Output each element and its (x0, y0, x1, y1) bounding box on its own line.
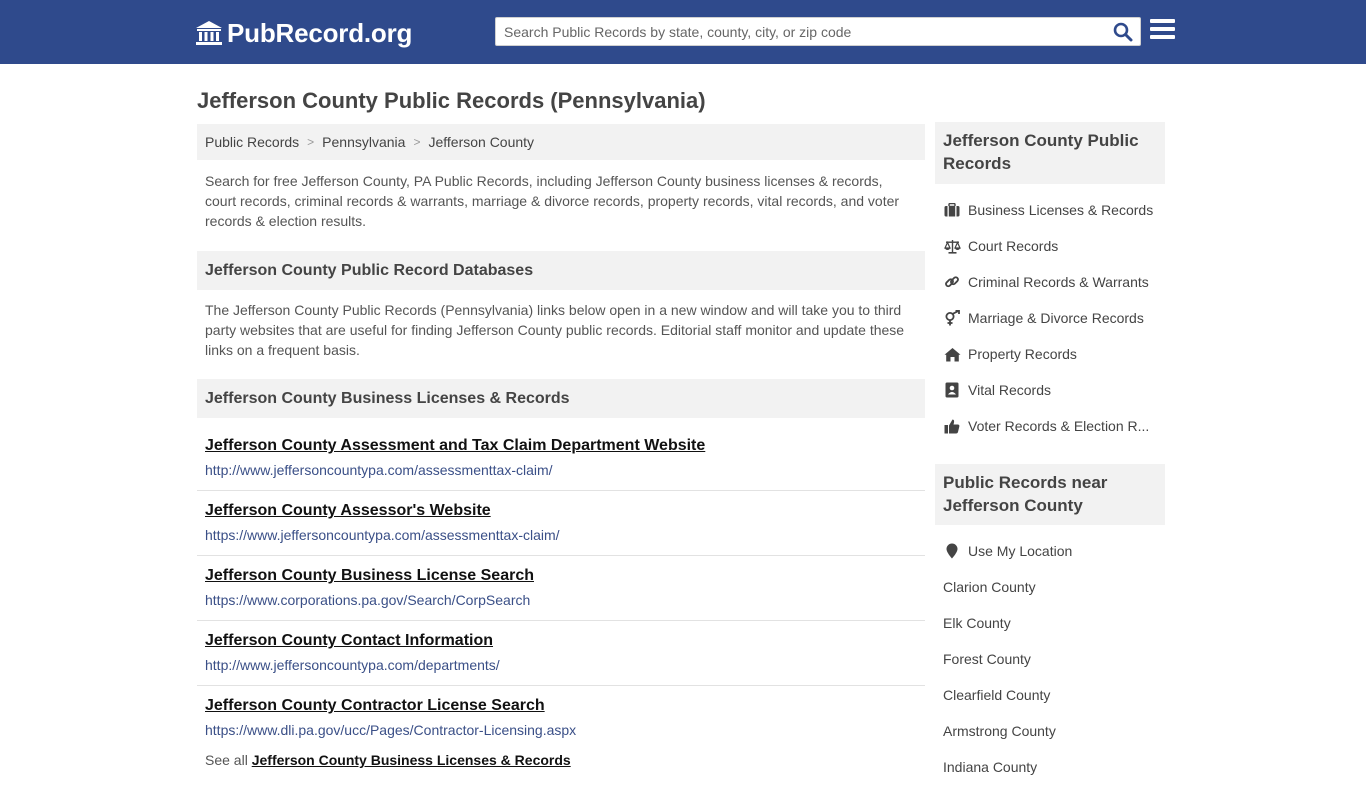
hamburger-icon (1150, 19, 1175, 23)
sidebar-item-label: Property Records (968, 346, 1077, 362)
sidebar-records-heading: Jefferson County Public Records (935, 122, 1165, 184)
sidebar-item-vital-records[interactable]: Vital Records (943, 372, 1165, 408)
nearby-county-armstrong[interactable]: Armstrong County (943, 713, 1165, 749)
record-link-url[interactable]: https://www.corporations.pa.gov/Search/C… (205, 591, 925, 609)
record-link-url[interactable]: http://www.jeffersoncountypa.com/assessm… (205, 461, 925, 479)
sidebar-item-label: Marriage & Divorce Records (968, 310, 1144, 326)
business-licenses-heading: Jefferson County Business Licenses & Rec… (197, 379, 925, 418)
sidebar-item-criminal-records[interactable]: Criminal Records & Warrants (943, 264, 1165, 300)
breadcrumb: Public Records > Pennsylvania > Jefferso… (197, 124, 925, 160)
record-link-url[interactable]: http://www.jeffersoncountypa.com/departm… (205, 656, 925, 674)
search-box (495, 17, 1141, 46)
record-link-title[interactable]: Jefferson County Assessment and Tax Clai… (205, 436, 925, 456)
record-link-title[interactable]: Jefferson County Contractor License Sear… (205, 696, 925, 716)
use-my-location-link[interactable]: Use My Location (943, 533, 1165, 569)
databases-description: The Jefferson County Public Records (Pen… (205, 302, 905, 358)
sidebar-item-property-records[interactable]: Property Records (943, 336, 1165, 372)
breadcrumb-pennsylvania[interactable]: Pennsylvania (322, 134, 405, 150)
sidebar-item-label: Business Licenses & Records (968, 202, 1154, 218)
databases-heading: Jefferson County Public Record Databases (197, 251, 925, 290)
courthouse-icon (196, 21, 222, 45)
breadcrumb-public-records[interactable]: Public Records (205, 134, 299, 150)
search-input[interactable] (496, 18, 1106, 45)
site-header: PubRecord.org (0, 0, 1366, 64)
search-button[interactable] (1110, 20, 1136, 44)
thumbs-up-icon (943, 418, 961, 434)
list-item: Jefferson County Assessment and Tax Clai… (197, 426, 925, 491)
list-item: Jefferson County Assessor's Website http… (197, 491, 925, 556)
site-logo[interactable]: PubRecord.org (195, 18, 412, 48)
gender-icon (943, 310, 961, 326)
record-link-title[interactable]: Jefferson County Contact Information (205, 631, 925, 651)
nearby-county-indiana[interactable]: Indiana County (943, 749, 1165, 785)
home-icon (943, 346, 961, 362)
sidebar-item-label: Criminal Records & Warrants (968, 274, 1149, 290)
see-all-row: See all Jefferson County Business Licens… (205, 752, 571, 768)
sidebar-item-voter-records[interactable]: Voter Records & Election R... (943, 408, 1165, 444)
record-link-url[interactable]: https://www.jeffersoncountypa.com/assess… (205, 526, 925, 544)
logo-text: PubRecord.org (227, 17, 413, 48)
sidebar-item-label: Court Records (968, 238, 1059, 254)
list-item: Jefferson County Business License Search… (197, 556, 925, 621)
id-card-icon (943, 382, 961, 398)
sidebar-item-marriage-divorce[interactable]: Marriage & Divorce Records (943, 300, 1165, 336)
nearby-county-clearfield[interactable]: Clearfield County (943, 677, 1165, 713)
sidebar-item-label: Voter Records & Election R... (968, 418, 1150, 434)
list-item: Jefferson County Contractor License Sear… (197, 686, 925, 751)
search-icon (1113, 22, 1133, 42)
record-link-title[interactable]: Jefferson County Business License Search (205, 566, 925, 586)
nearby-county-elk[interactable]: Elk County (943, 605, 1165, 641)
see-all-link[interactable]: Jefferson County Business Licenses & Rec… (252, 752, 571, 768)
sidebar-records-list: Business Licenses & Records Court Record… (943, 192, 1165, 444)
intro-text: Search for free Jefferson County, PA Pub… (205, 173, 900, 229)
page-title: Jefferson County Public Records (Pennsyl… (197, 88, 706, 113)
sidebar-nearby-list: Use My Location Clarion County Elk Count… (943, 533, 1165, 785)
list-item: Jefferson County Contact Information htt… (197, 621, 925, 686)
breadcrumb-separator: > (307, 135, 315, 149)
link-icon (943, 274, 961, 290)
briefcase-icon (943, 202, 961, 218)
record-link-url[interactable]: https://www.dli.pa.gov/ucc/Pages/Contrac… (205, 721, 925, 739)
sidebar-item-label: Vital Records (968, 382, 1052, 398)
record-link-title[interactable]: Jefferson County Assessor's Website (205, 501, 925, 521)
menu-button[interactable] (1150, 19, 1176, 43)
see-all-prefix: See all (205, 752, 248, 768)
business-links-list: Jefferson County Assessment and Tax Clai… (197, 426, 925, 751)
sidebar-nearby-heading: Public Records near Jefferson County (935, 464, 1165, 525)
breadcrumb-jefferson-county[interactable]: Jefferson County (428, 134, 534, 150)
sidebar-item-court-records[interactable]: Court Records (943, 228, 1165, 264)
scales-icon (943, 238, 961, 254)
breadcrumb-separator: > (413, 135, 421, 149)
nearby-county-clarion[interactable]: Clarion County (943, 569, 1165, 605)
sidebar-item-business-licenses[interactable]: Business Licenses & Records (943, 192, 1165, 228)
sidebar-item-label: Use My Location (968, 543, 1073, 559)
map-pin-icon (943, 543, 961, 559)
nearby-county-forest[interactable]: Forest County (943, 641, 1165, 677)
